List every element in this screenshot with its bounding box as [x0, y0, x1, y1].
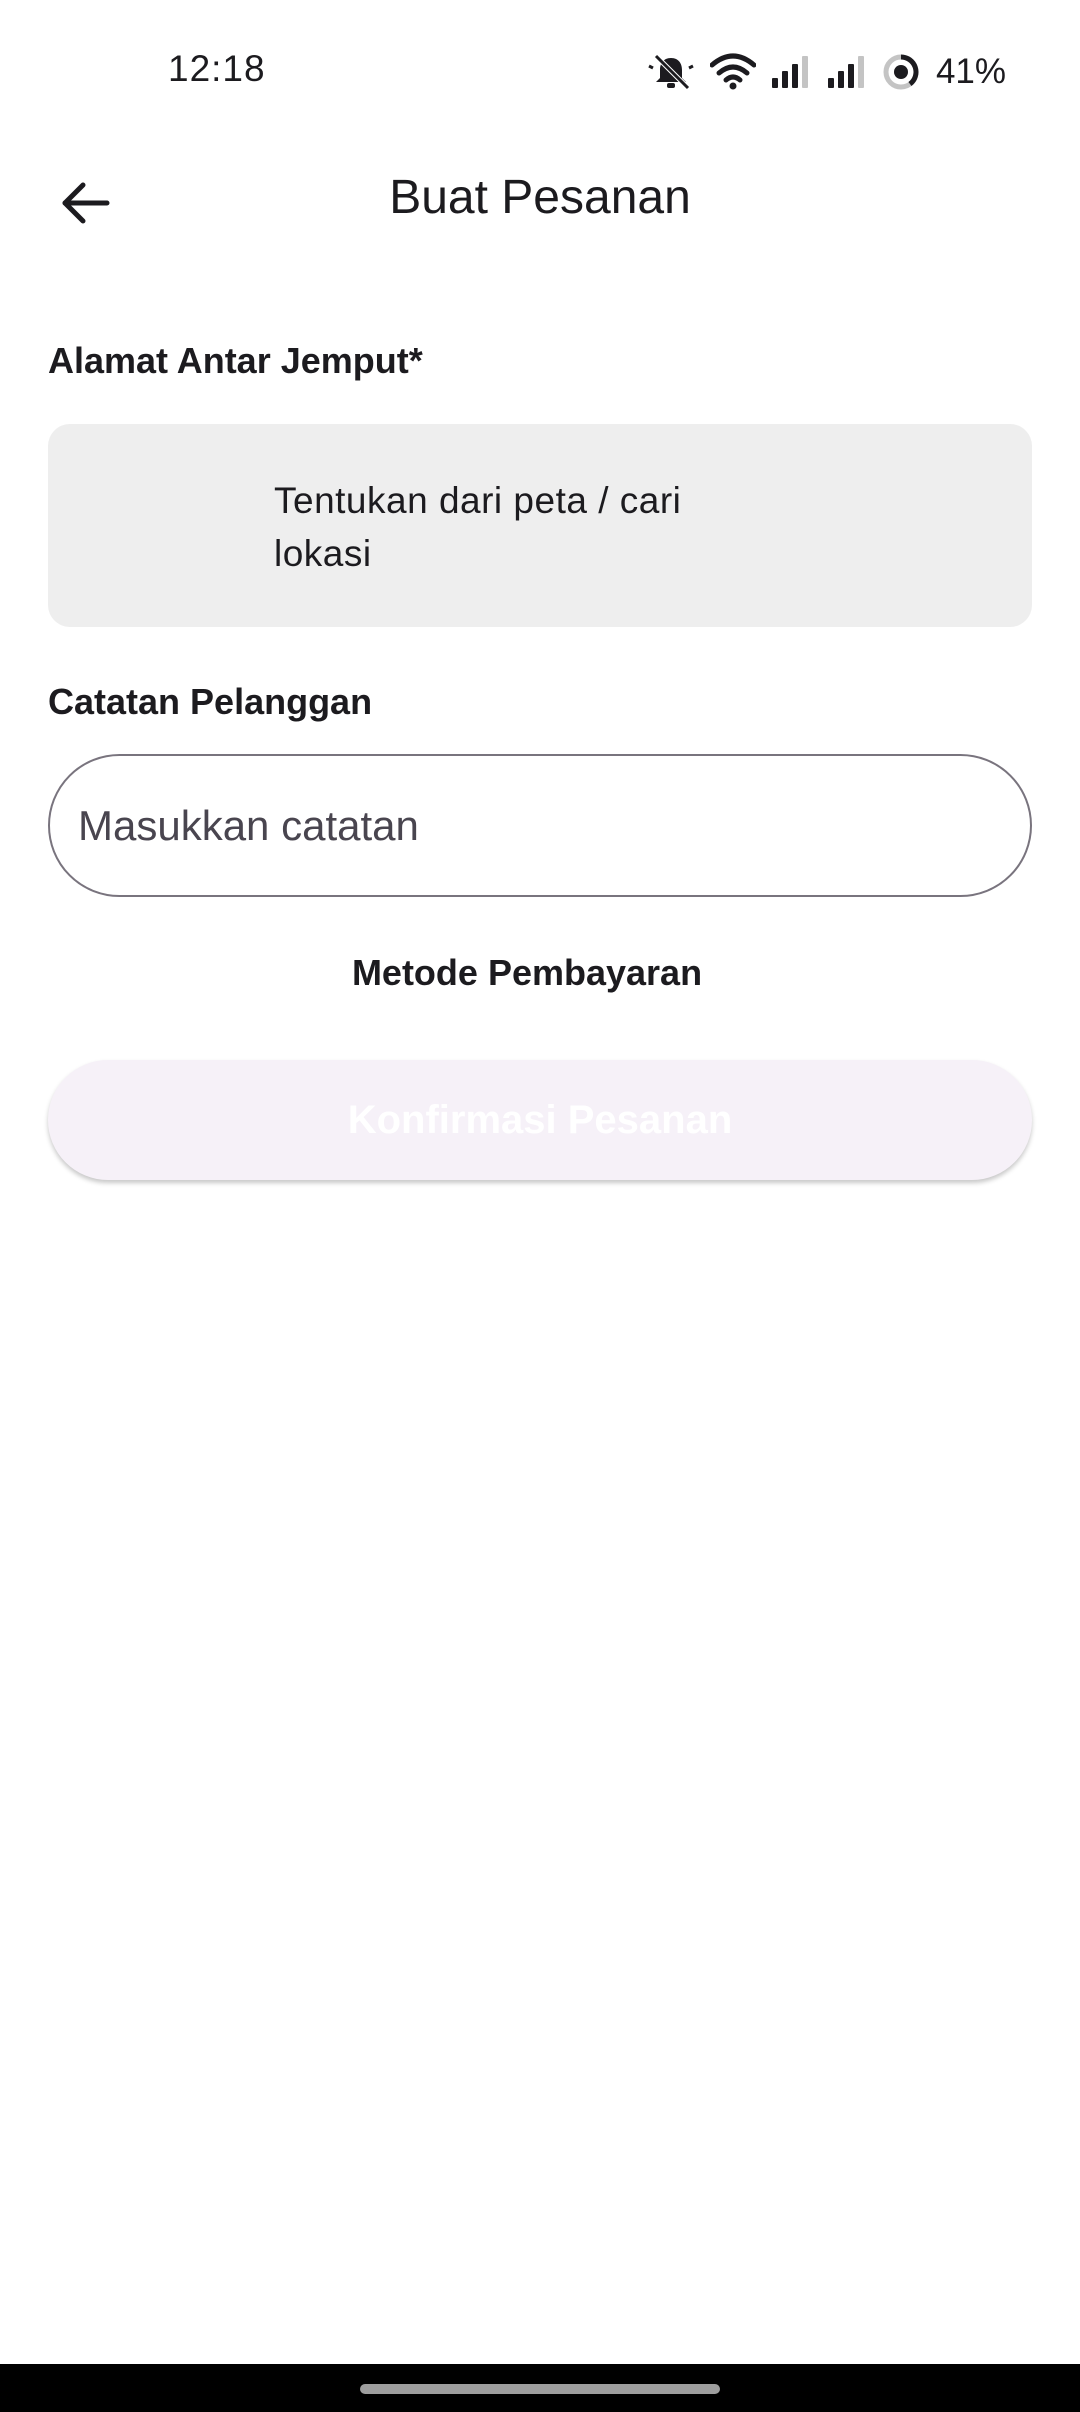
confirm-order-button[interactable]: Konfirmasi Pesanan — [48, 1060, 1032, 1180]
status-icons: 41% — [646, 48, 1006, 96]
status-time: 12:18 — [168, 48, 266, 89]
signal-icon — [826, 54, 868, 90]
address-label: Alamat Antar Jemput* — [48, 340, 423, 381]
screen: 12:18 41% Buat Pesanan Alamat Antar Jemp… — [0, 0, 1080, 2412]
status-bar: 12:18 41% — [0, 0, 1080, 140]
app-bar: Buat Pesanan — [0, 140, 1080, 262]
notes-label: Catatan Pelanggan — [48, 681, 373, 722]
page-title: Buat Pesanan — [389, 171, 691, 224]
signal-icon — [770, 54, 812, 90]
battery-percent: 41% — [935, 52, 1006, 91]
wifi-icon — [709, 53, 756, 91]
home-indicator[interactable] — [360, 2384, 720, 2394]
notes-input[interactable] — [48, 754, 1032, 897]
payment-method-label: Metode Pembayaran — [351, 952, 703, 993]
address-picker-text: Tentukan dari peta / cari lokasi — [274, 480, 682, 574]
address-picker[interactable]: Tentukan dari peta / cari lokasi — [48, 424, 1032, 627]
battery-ring-icon — [882, 53, 920, 91]
navigation-bar — [0, 2364, 1080, 2412]
bell-off-icon — [646, 52, 696, 92]
